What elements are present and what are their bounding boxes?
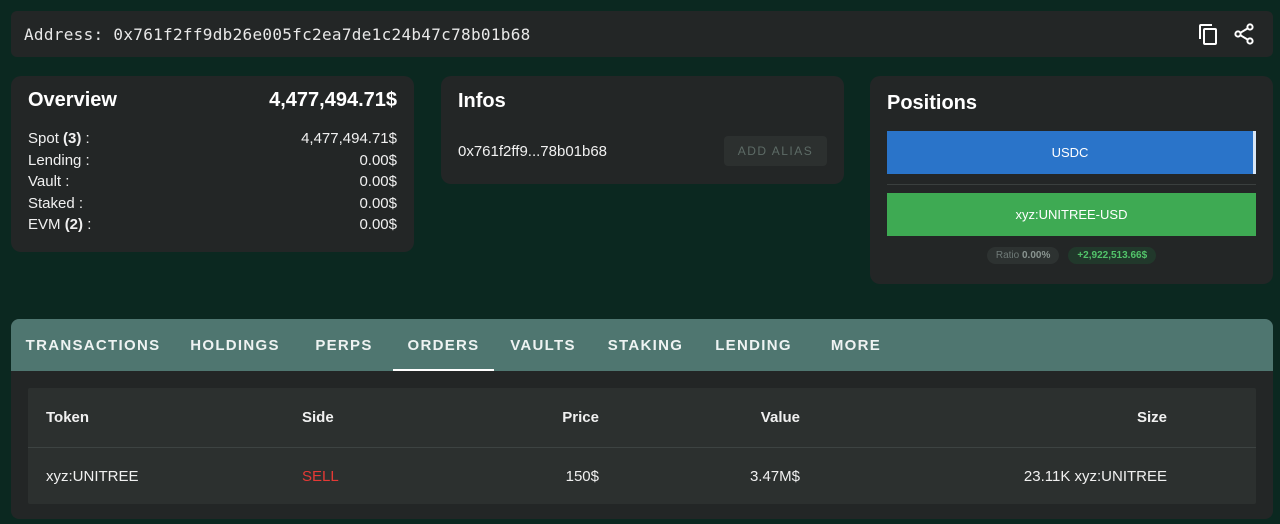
short-address: 0x761f2ff9...78b01b68 <box>458 143 608 160</box>
overview-row-label: EVM (2) : <box>28 216 92 233</box>
infos-title: Infos <box>458 90 506 112</box>
tab-vaults[interactable]: VAULTS <box>494 319 592 371</box>
address-text: Address: 0x761f2ff9db26e005fc2ea7de1c24b… <box>24 24 531 44</box>
orders-table: Token Side Price Value Size xyz:UNITREE … <box>28 388 1256 504</box>
position-badges: Ratio 0.00% +2,922,513.66$ <box>870 247 1273 264</box>
cell-size: 23.11K xyz:UNITREE <box>1023 467 1167 485</box>
tab-orders[interactable]: ORDERS <box>393 319 494 371</box>
positions-card: Positions USDC xyz:UNITREE-USD Ratio 0.0… <box>870 76 1273 284</box>
tab-holdings[interactable]: HOLDINGS <box>175 319 295 371</box>
column-header-value: Value <box>760 409 800 426</box>
overview-row-value: 0.00$ <box>359 151 397 169</box>
address-bar: Address: 0x761f2ff9db26e005fc2ea7de1c24b… <box>11 11 1273 57</box>
divider <box>887 184 1256 185</box>
overview-row-value: 0.00$ <box>359 216 397 233</box>
overview-row-value: 0.00$ <box>359 194 397 212</box>
column-header-token: Token <box>46 409 90 426</box>
tab-more[interactable]: MORE <box>808 319 904 371</box>
tab-lending[interactable]: LENDING <box>699 319 808 371</box>
infos-card: Infos 0x761f2ff9...78b01b68 ADD ALIAS <box>441 76 844 184</box>
tab-bar: TRANSACTIONS HOLDINGS PERPS ORDERS VAULT… <box>11 319 1273 371</box>
overview-total: 4,477,494.71$ <box>269 89 397 111</box>
ratio-badge: Ratio 0.00% <box>986 247 1060 264</box>
overview-card: Overview 4,477,494.71$ Spot (3) : 4,477,… <box>11 76 414 252</box>
cell-price: 150$ <box>565 467 599 485</box>
overview-row-spot: Spot (3) : 4,477,494.71$ <box>28 128 397 150</box>
overview-row-value: 0.00$ <box>359 173 397 190</box>
table-row[interactable]: xyz:UNITREE SELL 150$ 3.47M$ 23.11K xyz:… <box>28 448 1256 504</box>
overview-row-label: Staked : <box>28 194 84 212</box>
copy-icon[interactable] <box>1195 21 1221 47</box>
overview-row-label: Spot (3) : <box>28 130 90 147</box>
add-alias-button[interactable]: ADD ALIAS <box>724 136 827 166</box>
tab-transactions[interactable]: TRANSACTIONS <box>11 319 175 371</box>
cell-token: xyz:UNITREE <box>46 467 139 485</box>
tabs-panel: TRANSACTIONS HOLDINGS PERPS ORDERS VAULT… <box>11 319 1273 519</box>
cell-value: 3.47M$ <box>749 467 800 485</box>
overview-row-label: Vault : <box>28 173 70 190</box>
address-actions <box>1195 21 1257 47</box>
tab-staking[interactable]: STAKING <box>592 319 699 371</box>
overview-rows: Spot (3) : 4,477,494.71$ Lending : 0.00$… <box>28 128 397 236</box>
table-header-row: Token Side Price Value Size <box>28 388 1256 448</box>
overview-row-label: Lending : <box>28 151 90 169</box>
overview-header: Overview 4,477,494.71$ <box>28 89 397 112</box>
pnl-badge: +2,922,513.66$ <box>1068 247 1157 264</box>
positions-title: Positions <box>887 92 978 114</box>
column-header-price: Price <box>562 409 599 426</box>
overview-row-evm: EVM (2) : 0.00$ <box>28 214 397 236</box>
position-bar-usdc[interactable]: USDC <box>887 131 1256 174</box>
share-icon[interactable] <box>1231 21 1257 47</box>
overview-title: Overview <box>28 89 117 111</box>
cell-side: SELL <box>302 467 339 485</box>
overview-row-staked: Staked : 0.00$ <box>28 193 397 215</box>
overview-row-lending: Lending : 0.00$ <box>28 150 397 172</box>
column-header-size: Size <box>1136 409 1167 426</box>
overview-row-value: 4,477,494.71$ <box>301 130 397 147</box>
position-bar-xyz-unitree[interactable]: xyz:UNITREE-USD <box>887 193 1256 236</box>
column-header-side: Side <box>302 409 334 426</box>
tab-perps[interactable]: PERPS <box>295 319 393 371</box>
overview-row-vault: Vault : 0.00$ <box>28 171 397 193</box>
